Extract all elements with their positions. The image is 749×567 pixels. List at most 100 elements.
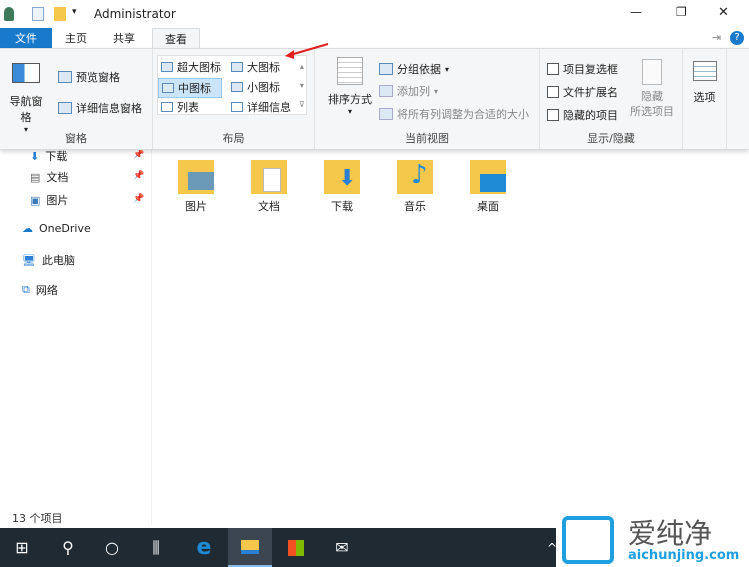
nav-item-onedrive[interactable]: ☁ OneDrive (22, 222, 91, 235)
status-bar-item-count: 13 个项目 (12, 512, 63, 525)
checkbox[interactable] (547, 86, 559, 98)
hide-selected-label: 隐藏 (641, 90, 663, 103)
user-icon (4, 7, 14, 21)
sort-icon (337, 57, 363, 85)
quick-access-dropdown-icon[interactable]: ▾ (72, 7, 77, 17)
cortana-icon: ○ (105, 538, 119, 557)
task-view-icon: ⫼ (152, 537, 160, 557)
task-view-button[interactable]: ⫼ (134, 528, 178, 567)
help-icon[interactable]: ? (730, 31, 744, 45)
mail-icon: ✉ (335, 538, 349, 557)
start-button[interactable]: ⊞ (0, 528, 44, 567)
layout-label: 大图标 (247, 61, 280, 74)
minimize-button[interactable]: — (630, 5, 642, 19)
nav-item-this-pc[interactable]: 🖥 此电脑 (22, 252, 75, 268)
nav-label: 网络 (35, 284, 58, 297)
close-button[interactable]: ✕ (718, 5, 729, 20)
sort-label: 排序方式 (328, 93, 372, 106)
store-button[interactable] (274, 528, 318, 567)
restore-button[interactable]: ❐ (676, 5, 687, 19)
folder-label: 桌面 (477, 200, 499, 213)
small-icons-icon (231, 82, 243, 92)
hidden-items-toggle[interactable]: 隐藏的项目 (547, 107, 618, 123)
tab-share[interactable]: 共享 (104, 28, 144, 49)
file-explorer-icon (241, 539, 259, 554)
layout-medium[interactable]: 中图标 (158, 78, 222, 98)
layout-extra-large[interactable]: 超大图标 (161, 59, 221, 75)
properties-icon[interactable] (32, 7, 44, 21)
hide-selected-icon (642, 59, 662, 85)
pin-icon[interactable]: 📌 (133, 194, 144, 204)
folder-label: 图片 (185, 200, 207, 213)
edge-button[interactable]: e (182, 528, 226, 567)
layout-details[interactable]: 详细信息 (231, 99, 291, 115)
add-column-icon (379, 85, 393, 97)
hide-selected-button[interactable]: 隐藏 所选项目 (628, 59, 676, 119)
nav-item-network[interactable]: ⧉ 网络 (22, 282, 58, 298)
new-folder-icon[interactable] (54, 7, 66, 21)
add-column-button[interactable]: 添加列 ▾ (379, 83, 438, 99)
details-pane-button[interactable]: 详细信息窗格 (58, 100, 142, 116)
cortana-button[interactable]: ○ (90, 528, 134, 567)
cloud-icon: ☁ (22, 222, 33, 235)
sort-by-button[interactable]: 排序方式 ▾ (323, 57, 377, 116)
folder-downloads[interactable]: ⬇ 下载 (312, 160, 372, 214)
large-icons-icon (231, 62, 243, 72)
nav-label: 下载 (45, 150, 68, 163)
tab-view[interactable]: 查看 (152, 28, 200, 50)
group-label-layout: 布局 (222, 132, 245, 145)
group-layout: 超大图标 大图标 中图标 小图标 列表 详细信息 ▴ ▾ ⊽ 布局 (153, 49, 315, 149)
group-by-button[interactable]: 分组依据 ▾ (379, 61, 449, 77)
annotation-arrow-icon (285, 43, 329, 59)
layout-small[interactable]: 小图标 (231, 79, 280, 95)
window-title: Administrator (94, 7, 176, 21)
options-button[interactable]: 选项 (683, 49, 727, 149)
ribbon: 导航窗格 ▾ 预览窗格 详细信息窗格 窗格 超大图标 大图标 中图标 小图标 列… (0, 43, 749, 150)
extra-large-icons-icon (161, 62, 173, 72)
nav-item-pictures[interactable]: ▣ 图片 (30, 192, 68, 208)
item-checkboxes-toggle[interactable]: 项目复选框 (547, 61, 618, 77)
folder-label: 下载 (331, 200, 353, 213)
nav-label: 文档 (46, 171, 69, 184)
folder-desktop[interactable]: 桌面 (458, 160, 518, 214)
folder-documents[interactable]: 文档 (239, 160, 299, 214)
pin-icon[interactable]: 📌 (133, 171, 144, 181)
mail-button[interactable]: ✉ (320, 528, 364, 567)
layout-scroll[interactable]: ▴ ▾ ⊽ (299, 57, 305, 114)
file-explorer-button[interactable] (228, 528, 272, 567)
nav-item-downloads[interactable]: ⬇ 下载 (30, 148, 67, 164)
pin-ribbon-icon[interactable]: ⇥ (712, 31, 721, 44)
checkbox[interactable] (547, 63, 559, 75)
layout-list[interactable]: 列表 (161, 99, 199, 115)
tab-file[interactable]: 文件 (0, 28, 52, 49)
edge-icon: e (196, 535, 212, 560)
group-label-current-view: 当前视图 (405, 132, 449, 145)
group-label-show-hide: 显示/隐藏 (587, 132, 635, 145)
desktop-folder-icon (470, 160, 506, 194)
search-button[interactable]: ⚲ (46, 528, 90, 567)
preview-pane-button[interactable]: 预览窗格 (58, 69, 120, 85)
music-folder-icon: ♪ (397, 160, 433, 194)
folder-music[interactable]: ♪ 音乐 (385, 160, 445, 214)
network-icon: ⧉ (22, 283, 30, 296)
nav-pane-button[interactable]: 导航窗格 ▾ (6, 59, 46, 134)
picture-icon: ▣ (30, 193, 41, 207)
tab-home[interactable]: 主页 (56, 28, 96, 49)
group-by-icon (379, 63, 393, 75)
checkbox[interactable] (547, 109, 559, 121)
pictures-folder-icon (178, 160, 214, 194)
folder-label: 文档 (258, 200, 280, 213)
store-icon (288, 539, 304, 556)
layout-label: 中图标 (178, 82, 211, 95)
file-extensions-toggle[interactable]: 文件扩展名 (547, 84, 618, 100)
layout-large[interactable]: 大图标 (231, 59, 280, 75)
nav-label: OneDrive (39, 222, 91, 235)
pin-icon[interactable]: 📌 (133, 150, 144, 160)
nav-label: 此电脑 (41, 254, 75, 267)
nav-item-documents[interactable]: ▤ 文档 (30, 169, 68, 185)
size-columns-button[interactable]: 将所有列调整为合适的大小 (379, 106, 529, 122)
folder-pictures[interactable]: 图片 (166, 160, 226, 214)
size-columns-icon (379, 108, 393, 120)
computer-icon: 🖥 (22, 253, 36, 267)
group-current-view: 排序方式 ▾ 分组依据 ▾ 添加列 ▾ 将所有列调整为合适的大小 当前视图 (315, 49, 540, 149)
